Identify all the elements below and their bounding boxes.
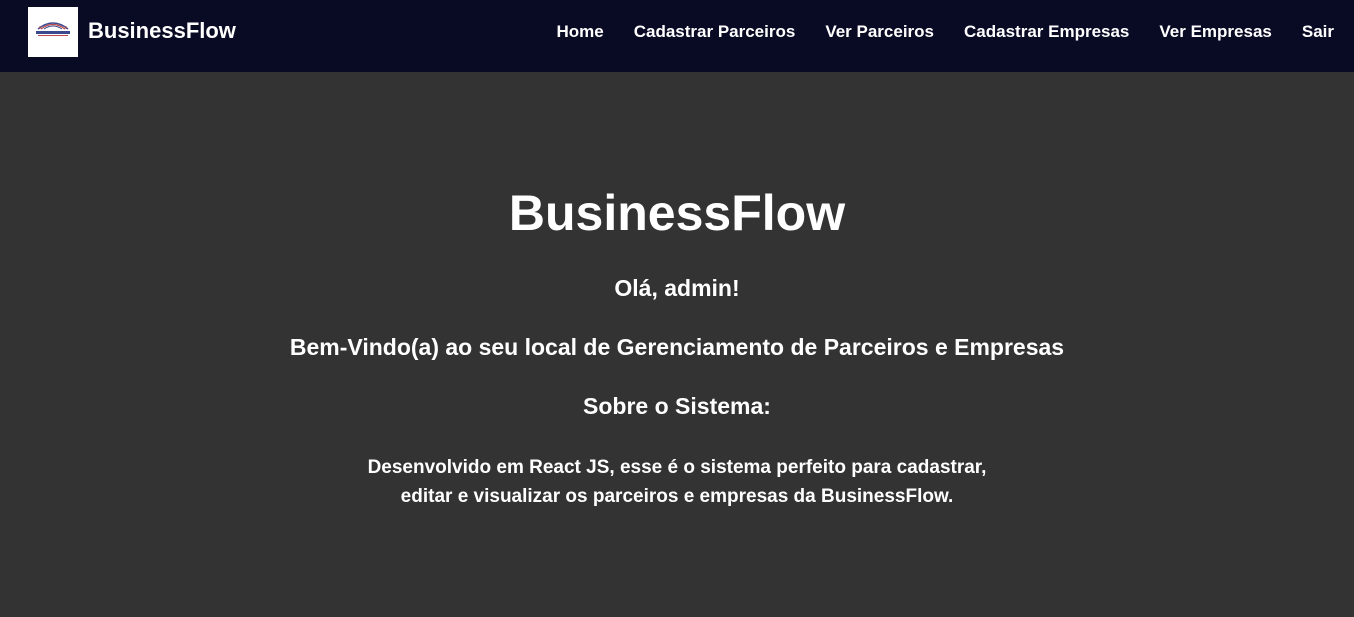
nav-link-cadastrar-empresas[interactable]: Cadastrar Empresas <box>964 21 1129 43</box>
about-description: Desenvolvido em React JS, esse é o siste… <box>0 453 1354 511</box>
navbar: BusinessFlow Home Cadastrar Parceiros Ve… <box>0 0 1354 72</box>
main-content: BusinessFlow Olá, admin! Bem-Vindo(a) ao… <box>0 72 1354 617</box>
nav-link-ver-empresas[interactable]: Ver Empresas <box>1159 21 1271 43</box>
nav-link-cadastrar-parceiros[interactable]: Cadastrar Parceiros <box>634 21 796 43</box>
about-line-2: editar e visualizar os parceiros e empre… <box>400 486 954 507</box>
about-title: Sobre o Sistema: <box>583 393 771 419</box>
nav-link-sair[interactable]: Sair <box>1302 21 1334 43</box>
about-line-1: Desenvolvido em React JS, esse é o siste… <box>367 457 987 478</box>
welcome-message: Bem-Vindo(a) ao seu local de Gerenciamen… <box>289 334 1065 360</box>
businessflow-logo-icon[interactable] <box>28 7 78 57</box>
nav-link-home[interactable]: Home <box>556 21 603 43</box>
nav-menu: Home Cadastrar Parceiros Ver Parceiros C… <box>556 21 1334 43</box>
brand-name[interactable]: BusinessFlow <box>88 18 236 44</box>
greeting: Olá, admin! <box>614 275 740 301</box>
nav-link-ver-parceiros[interactable]: Ver Parceiros <box>825 21 934 43</box>
page-title: BusinessFlow <box>508 185 846 241</box>
